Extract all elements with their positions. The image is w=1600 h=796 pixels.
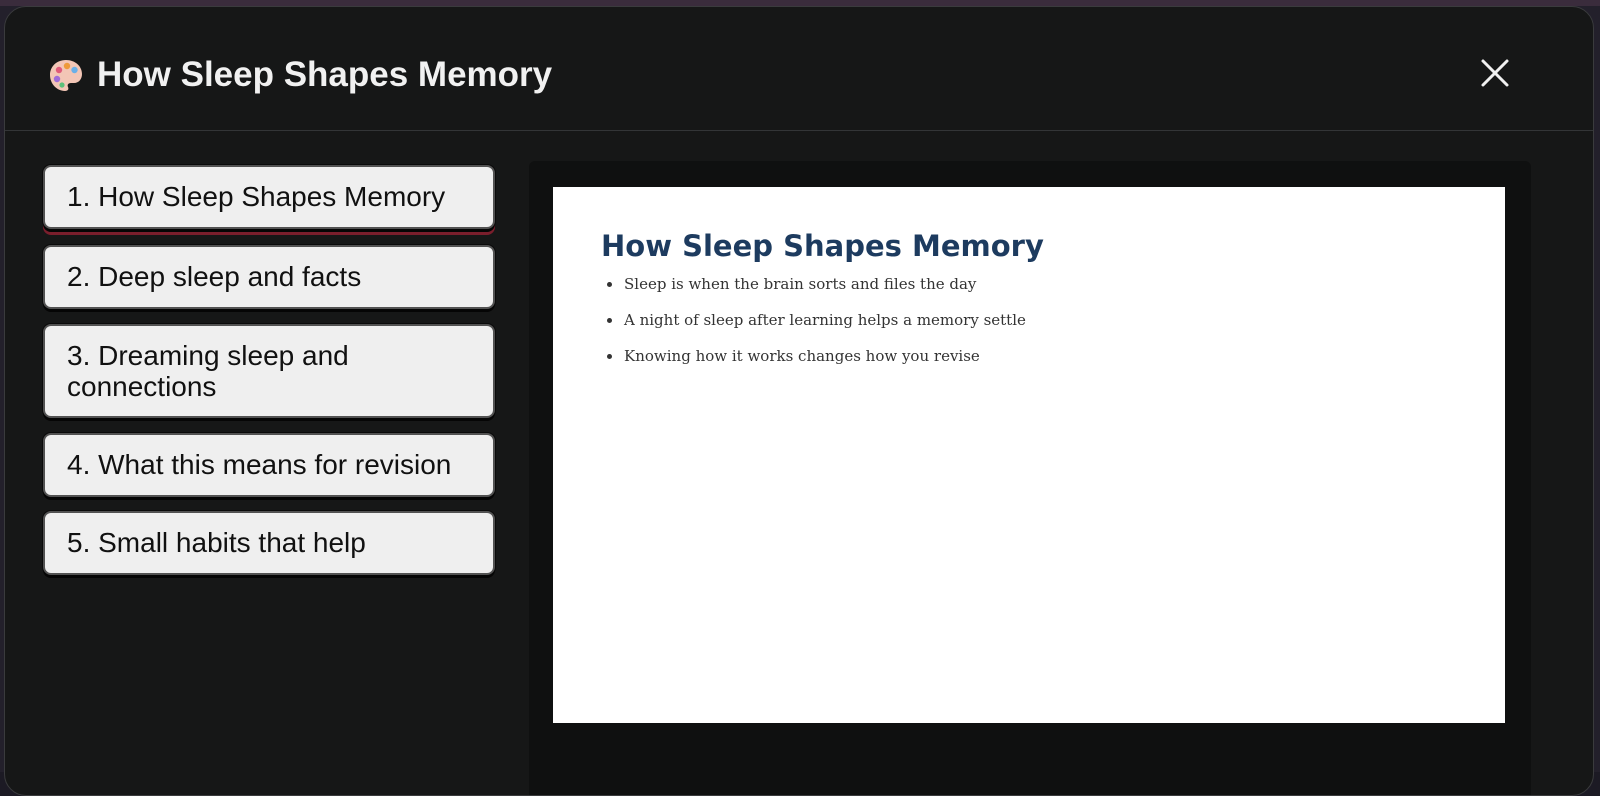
palette-icon — [47, 57, 85, 95]
bullet-dot — [607, 318, 612, 323]
slide-title: How Sleep Shapes Memory — [601, 229, 1044, 263]
slide-bullet-text: Sleep is when the brain sorts and files … — [624, 275, 977, 293]
slide-bullet: A night of sleep after learning helps a … — [601, 309, 1026, 345]
slide-bullet-text: A night of sleep after learning helps a … — [624, 311, 1026, 329]
close-icon — [1481, 59, 1509, 87]
slide-nav-item-2[interactable]: 2. Deep sleep and facts — [43, 245, 495, 309]
slide-canvas: How Sleep Shapes Memory Sleep is when th… — [553, 187, 1505, 723]
presentation-dialog: How Sleep Shapes Memory 1. How Sleep Sha… — [4, 6, 1594, 796]
slide-bullet: Knowing how it works changes how you rev… — [601, 345, 1026, 381]
slide-bullet-list: Sleep is when the brain sorts and files … — [601, 273, 1026, 381]
slide-bullet: Sleep is when the brain sorts and files … — [601, 273, 1026, 309]
slide-nav-item-3[interactable]: 3. Dreaming sleep and connections — [43, 324, 495, 418]
dialog-title: How Sleep Shapes Memory — [97, 55, 553, 94]
bullet-dot — [607, 354, 612, 359]
slide-preview-panel: How Sleep Shapes Memory Sleep is when th… — [529, 161, 1531, 795]
bullet-dot — [607, 282, 612, 287]
slide-nav-item-4[interactable]: 4. What this means for revision — [43, 433, 495, 497]
slide-bullet-text: Knowing how it works changes how you rev… — [624, 347, 980, 365]
close-button[interactable] — [1475, 53, 1515, 93]
slide-nav-item-5[interactable]: 5. Small habits that help — [43, 511, 495, 575]
slide-nav-item-1[interactable]: 1. How Sleep Shapes Memory — [43, 165, 495, 229]
dialog-header: How Sleep Shapes Memory — [5, 7, 1593, 131]
